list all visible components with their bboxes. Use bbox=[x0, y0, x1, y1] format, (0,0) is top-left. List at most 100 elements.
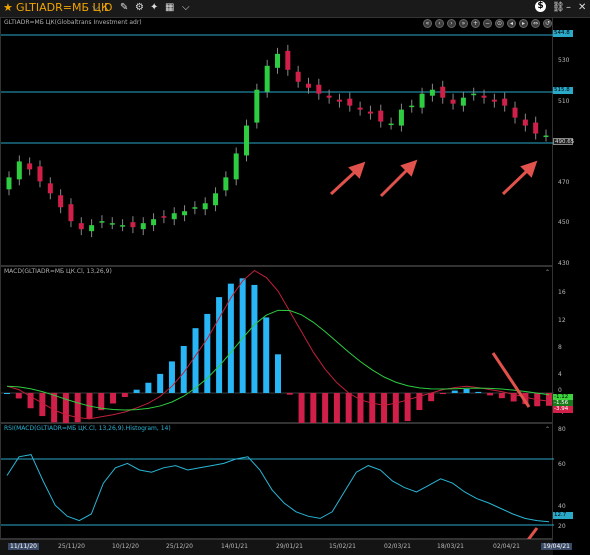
zoom-fit-icon[interactable]: ⊙ bbox=[495, 19, 504, 28]
collapse-icon[interactable]: ⌃ bbox=[545, 426, 550, 433]
x-label: 02/03/21 bbox=[384, 543, 411, 550]
candle bbox=[16, 161, 22, 180]
price-chart[interactable] bbox=[1, 18, 554, 267]
candle bbox=[161, 216, 167, 218]
prev-icon[interactable]: ‹ bbox=[435, 19, 444, 28]
candle bbox=[388, 123, 394, 126]
first-icon[interactable]: « bbox=[423, 19, 432, 28]
candle bbox=[130, 222, 136, 228]
histogram-bar bbox=[463, 388, 470, 393]
candle bbox=[316, 84, 322, 94]
tick: 450 bbox=[558, 219, 570, 226]
reset-icon[interactable]: ↺ bbox=[543, 19, 552, 28]
histogram-bar bbox=[381, 393, 388, 424]
scroll-right-icon[interactable]: ▸ bbox=[519, 19, 528, 28]
candle bbox=[481, 95, 487, 98]
histogram-bar bbox=[475, 391, 482, 393]
histogram-bar bbox=[404, 393, 411, 422]
collapse-icon[interactable]: ⌃ bbox=[545, 269, 550, 276]
settings-icon[interactable]: ⚙ bbox=[135, 2, 144, 13]
rsi-panel: RSI(MACD(GLTIADR=МБ ЦК.Cl, 13,26,9).Hist… bbox=[0, 423, 554, 540]
histogram-bar bbox=[451, 390, 458, 393]
macd-panel: MACD(GLTIADR=МБ ЦК.Cl, 13,26,9) ⌃ bbox=[0, 266, 554, 424]
histogram-bar bbox=[369, 393, 376, 424]
histogram-bar bbox=[428, 393, 435, 402]
histogram-bar bbox=[4, 393, 10, 394]
candle bbox=[460, 97, 466, 106]
tick: 12 bbox=[558, 317, 566, 324]
zoom-out-icon[interactable]: − bbox=[483, 19, 492, 28]
x-label: 19/04/21 bbox=[541, 543, 572, 550]
last-icon[interactable]: » bbox=[459, 19, 468, 28]
candle bbox=[440, 86, 446, 98]
candle bbox=[109, 223, 115, 225]
chevron-down-icon[interactable]: ⌵ bbox=[92, 2, 100, 13]
candle bbox=[6, 177, 12, 190]
candle bbox=[450, 99, 456, 104]
candle bbox=[512, 107, 518, 118]
macd-badge-c: -3.94 bbox=[553, 406, 573, 413]
chart-style-icon[interactable]: ▦ bbox=[165, 2, 174, 13]
candle bbox=[533, 122, 539, 134]
pan-icon[interactable]: ⇔ bbox=[531, 19, 540, 28]
star-icon[interactable]: ★ bbox=[3, 1, 13, 14]
candle bbox=[78, 223, 84, 230]
histogram-bar bbox=[15, 393, 22, 399]
histogram-bar bbox=[275, 354, 281, 393]
period-label[interactable]: D bbox=[104, 1, 112, 14]
histogram-bar bbox=[310, 393, 317, 424]
histogram-bar bbox=[322, 393, 329, 424]
chevron-down-icon[interactable]: ⌵ bbox=[182, 2, 190, 13]
candle bbox=[502, 98, 508, 106]
candle bbox=[471, 93, 477, 96]
tick: 470 bbox=[558, 179, 570, 186]
candle bbox=[264, 65, 270, 92]
candle bbox=[429, 89, 435, 96]
tick: 530 bbox=[558, 57, 570, 64]
close-icon[interactable]: ✕ bbox=[578, 2, 586, 13]
macd-chart[interactable] bbox=[1, 267, 554, 424]
price-badge-top: 544.8 bbox=[553, 30, 573, 37]
link-icon[interactable]: ⛓ bbox=[552, 2, 565, 13]
histogram-bar bbox=[333, 393, 340, 424]
candle bbox=[223, 177, 229, 191]
tick: 8 bbox=[558, 344, 562, 351]
candle bbox=[244, 125, 250, 156]
tick: 80 bbox=[558, 426, 566, 433]
histogram-bar bbox=[51, 393, 58, 423]
histogram-bar bbox=[392, 393, 399, 424]
play-icon[interactable]: › bbox=[447, 19, 456, 28]
candle bbox=[120, 225, 126, 227]
dollar-icon[interactable]: $ bbox=[535, 1, 546, 12]
histogram-bar bbox=[204, 313, 211, 393]
candle bbox=[409, 105, 415, 108]
candle bbox=[336, 99, 342, 102]
magic-wand-icon[interactable]: ✦ bbox=[150, 2, 158, 13]
tick: 16 bbox=[558, 289, 566, 296]
candle bbox=[275, 53, 280, 68]
top-toolbar: ★ GLTIADR=МБ ЦК ⌵ D ✎ ⚙ ✦ ▦ ⌵ $ ⛓ – ✕ bbox=[0, 0, 590, 18]
candle bbox=[213, 193, 219, 206]
candle bbox=[378, 110, 384, 122]
histogram-bar bbox=[110, 393, 117, 404]
candle bbox=[47, 183, 53, 194]
rsi-chart[interactable] bbox=[1, 424, 554, 540]
minimize-icon[interactable]: – bbox=[566, 2, 571, 13]
histogram-bar bbox=[439, 393, 446, 395]
x-label: 02/04/21 bbox=[493, 543, 520, 550]
zoom-in-icon[interactable]: + bbox=[471, 19, 480, 28]
pencil-icon[interactable]: ✎ bbox=[120, 2, 128, 13]
candle bbox=[89, 225, 95, 232]
histogram-bar bbox=[192, 328, 199, 393]
histogram-bar bbox=[498, 393, 505, 399]
candle bbox=[171, 213, 177, 220]
histogram-bar bbox=[286, 393, 293, 395]
histogram-bar bbox=[298, 393, 305, 424]
scroll-left-icon[interactable]: ◂ bbox=[507, 19, 516, 28]
candle bbox=[522, 119, 528, 126]
candle bbox=[347, 98, 353, 106]
candle bbox=[419, 93, 425, 108]
candle bbox=[357, 107, 363, 110]
histogram-bar bbox=[251, 284, 258, 393]
x-label: 29/01/21 bbox=[276, 543, 303, 550]
